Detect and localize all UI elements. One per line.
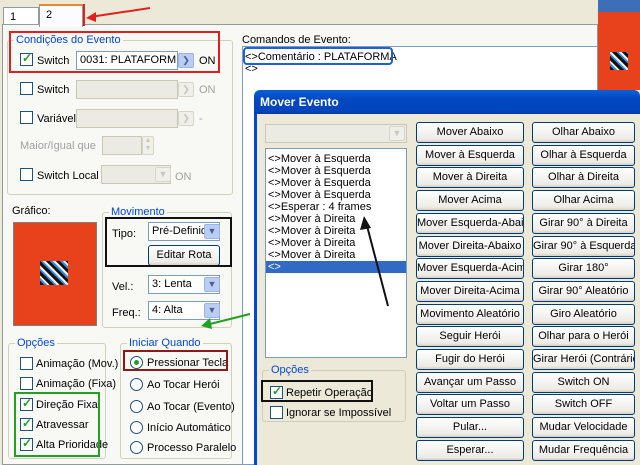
green-arrow-icon: [201, 313, 251, 329]
tab-label: 2: [46, 9, 53, 21]
black-arrow-icon: [360, 216, 389, 307]
annotation-arrows: [86, 7, 389, 329]
red-arrow-icon: [86, 7, 151, 22]
tab-page-2[interactable]: 2: [39, 4, 83, 27]
